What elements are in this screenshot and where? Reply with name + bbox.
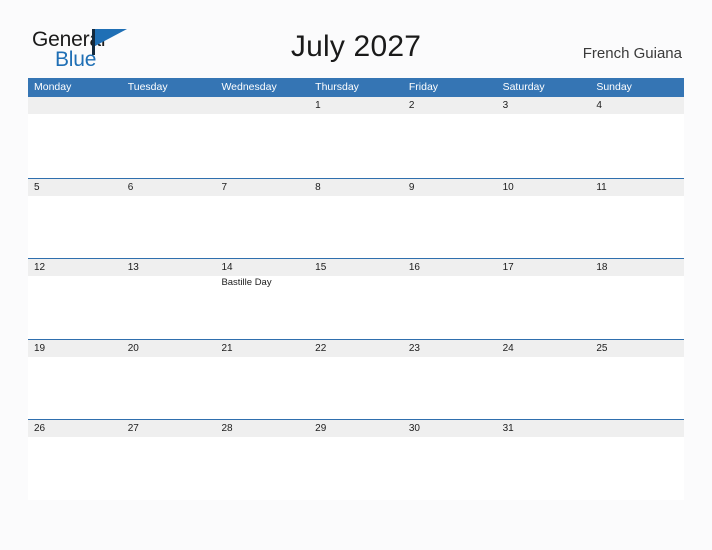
week-date-band: 26 27 28 29 30 31 [28,420,684,437]
calendar-day-cell[interactable]: 21 [215,340,309,357]
day-number: 29 [315,423,327,434]
weekday-saturday: Saturday [502,81,545,93]
calendar-day-cell[interactable]: 23 [403,340,497,357]
day-number: 13 [127,262,139,273]
calendar-day-cell[interactable]: 19 [28,340,122,357]
calendar-day-cell[interactable]: 29 [309,420,403,437]
calendar-day-cell[interactable]: 1 [309,97,403,114]
calendar-weeks: 1 2 3 4 5 6 7 8 9 10 11 12 13 14 Bastille Day 15 16 17 18 1… [28,97,684,500]
calendar-week-row: 26 27 28 29 30 31 [28,419,684,500]
day-number: 9 [408,181,415,193]
calendar-grid: Monday Tuesday Wednesday Thursday Friday… [28,78,684,500]
day-number: 7 [221,181,227,193]
week-date-band: 19 20 21 22 23 24 25 [28,339,684,357]
holiday-label: Bastille Day [221,277,272,288]
calendar-week-row: 1 2 3 4 [28,97,684,178]
day-number: 10 [502,181,514,193]
calendar-day-cell[interactable]: 7 [215,179,309,196]
calendar-day-cell[interactable]: 27 [122,420,216,437]
calendar-day-cell-empty [215,97,309,114]
day-number: 20 [127,342,139,354]
calendar-day-cell[interactable]: 9 [403,179,497,196]
day-number: 4 [596,100,602,111]
day-number: 23 [408,342,420,354]
calendar-day-cell[interactable]: 26 [28,420,122,437]
calendar-day-cell[interactable]: 6 [122,179,216,196]
day-number: 16 [408,262,420,273]
week-date-band: 12 13 14 Bastille Day 15 16 17 18 [28,259,684,288]
day-number: 1 [315,100,321,111]
calendar-day-cell[interactable]: 13 [122,259,216,276]
day-number: 19 [34,342,46,354]
calendar-day-cell[interactable]: 14 Bastille Day [215,259,309,288]
day-number: 31 [502,423,514,434]
day-number: 8 [315,181,321,193]
calendar-day-cell[interactable]: 25 [590,340,684,357]
weekday-header-row: Monday Tuesday Wednesday Thursday Friday… [28,78,684,97]
calendar-day-cell[interactable]: 12 [28,259,122,276]
calendar-day-cell-empty [122,97,216,114]
calendar-week-row: 12 13 14 Bastille Day 15 16 17 18 [28,258,684,339]
day-number: 22 [315,342,327,354]
calendar-day-cell[interactable]: 18 [590,259,684,276]
day-number: 30 [408,423,420,434]
day-number: 3 [502,100,509,111]
calendar-week-row: 5 6 7 8 9 10 11 [28,177,684,258]
day-number: 28 [221,423,233,434]
weekday-wednesday: Wednesday [221,81,277,93]
calendar-day-cell-empty [590,420,684,437]
calendar-day-cell-empty [28,97,122,114]
day-number: 11 [596,181,607,193]
calendar-day-cell[interactable]: 17 [497,259,591,276]
calendar-day-cell[interactable]: 16 [403,259,497,276]
day-number: 21 [221,342,233,354]
calendar-day-cell[interactable]: 15 [309,259,403,276]
calendar-day-cell[interactable]: 5 [28,179,122,196]
weekday-thursday: Thursday [315,81,359,93]
calendar-day-cell[interactable]: 11 [590,179,684,196]
calendar-day-cell[interactable]: 31 [497,420,591,437]
day-number: 26 [34,423,46,434]
weekday-sunday: Sunday [596,81,632,93]
calendar-day-cell[interactable]: 20 [122,340,216,357]
day-number: 27 [127,423,139,434]
day-events: Bastille Day [215,276,309,289]
day-number: 5 [34,181,40,193]
calendar-day-cell[interactable]: 8 [309,179,403,196]
day-number: 18 [596,262,608,273]
day-number: 24 [502,342,514,354]
calendar-page: General Blue July 2027 French Guiana Mon… [0,0,712,550]
calendar-day-cell[interactable]: 22 [309,340,403,357]
day-number: 2 [408,100,415,111]
weekday-friday: Friday [408,81,439,93]
day-number: 25 [596,342,608,354]
week-date-band: 1 2 3 4 [28,97,684,114]
day-number: 14 [221,262,233,273]
calendar-week-row: 19 20 21 22 23 24 25 [28,338,684,419]
calendar-day-cell[interactable]: 3 [497,97,591,114]
calendar-day-cell[interactable]: 28 [215,420,309,437]
day-number: 15 [315,262,327,273]
calendar-day-cell[interactable]: 30 [403,420,497,437]
calendar-day-cell[interactable]: 4 [590,97,684,114]
day-number: 6 [127,181,134,193]
week-date-band: 5 6 7 8 9 10 11 [28,178,684,196]
day-number: 12 [34,262,46,273]
weekday-monday: Monday [34,81,72,93]
page-header: General Blue July 2027 French Guiana [0,0,712,71]
calendar-day-cell[interactable]: 24 [497,340,591,357]
weekday-tuesday: Tuesday [127,81,168,93]
day-number: 17 [502,262,514,273]
calendar-day-cell[interactable]: 10 [497,179,591,196]
calendar-day-cell[interactable]: 2 [403,97,497,114]
location-label: French Guiana [582,45,682,62]
